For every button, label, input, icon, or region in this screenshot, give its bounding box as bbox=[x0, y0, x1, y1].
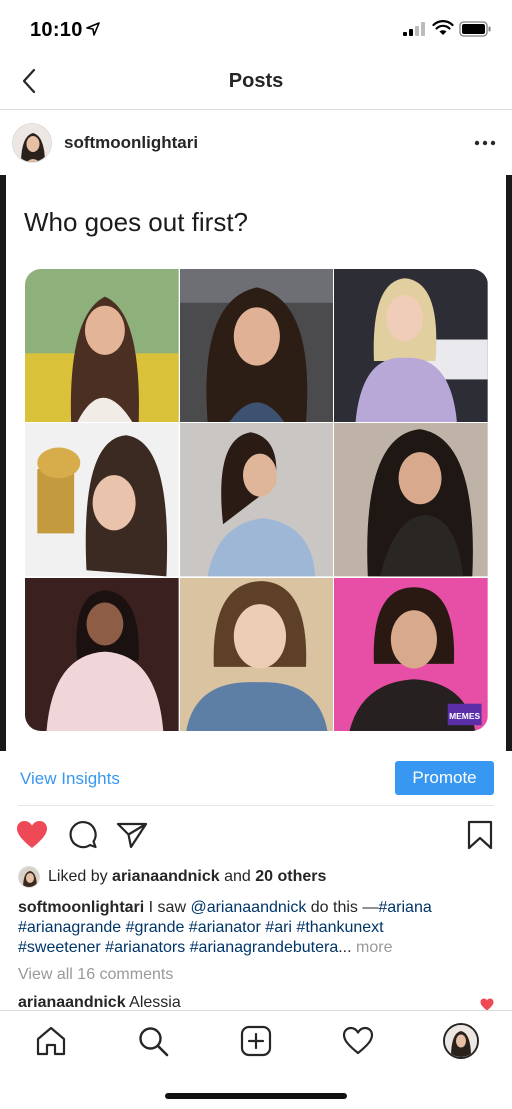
nav-bar: Posts bbox=[0, 58, 512, 110]
liker-avatar bbox=[18, 866, 40, 888]
grid-photo-1 bbox=[25, 269, 179, 423]
post-author-username[interactable]: softmoonlightari bbox=[64, 133, 198, 153]
likes-others-count[interactable]: 20 others bbox=[255, 868, 326, 885]
insights-row: View Insights Promote bbox=[18, 758, 494, 806]
more-options-icon[interactable] bbox=[470, 135, 500, 151]
post-image[interactable]: Who goes out first? MEMES bbox=[0, 175, 512, 751]
wifi-icon bbox=[432, 20, 454, 35]
likes-summary[interactable]: Liked by arianaandnick and 20 others bbox=[18, 866, 498, 890]
post-image-card: Who goes out first? MEMES bbox=[6, 175, 506, 751]
post-actions bbox=[0, 812, 512, 862]
status-bar: 10:10 bbox=[0, 0, 512, 58]
share-icon[interactable] bbox=[116, 820, 148, 850]
battery-icon bbox=[459, 21, 491, 37]
post-caption: softmoonlightari I saw @arianaandnick do… bbox=[18, 899, 432, 956]
search-icon[interactable] bbox=[137, 1025, 169, 1057]
post-image-question: Who goes out first? bbox=[24, 207, 248, 237]
view-all-comments-link[interactable]: View all 16 comments bbox=[18, 966, 173, 984]
cellular-signal-icon bbox=[403, 22, 425, 36]
caption-hashtags-1[interactable]: #ariana bbox=[378, 899, 431, 916]
promote-button[interactable]: Promote bbox=[395, 761, 494, 795]
photo-grid: MEMES bbox=[25, 269, 488, 731]
grid-photo-7 bbox=[25, 577, 179, 731]
status-time: 10:10 bbox=[30, 19, 83, 41]
caption-username[interactable]: softmoonlightari bbox=[18, 899, 144, 916]
post-header: softmoonlightari bbox=[0, 111, 512, 175]
bookmark-icon[interactable] bbox=[467, 820, 493, 850]
home-icon[interactable] bbox=[35, 1025, 67, 1057]
comment-icon[interactable] bbox=[68, 820, 98, 850]
view-insights-link[interactable]: View Insights bbox=[20, 769, 120, 789]
activity-heart-icon[interactable] bbox=[342, 1025, 374, 1057]
caption-more-link[interactable]: more bbox=[352, 939, 392, 956]
caption-hashtags-2[interactable]: #arianagrande #grande #arianator #ari #t… bbox=[18, 919, 384, 936]
grid-photo-5 bbox=[179, 423, 334, 577]
profile-avatar[interactable] bbox=[443, 1023, 479, 1059]
location-arrow-icon bbox=[86, 22, 100, 36]
page-title: Posts bbox=[228, 70, 284, 92]
caption-hashtags-3[interactable]: #sweetener #arianators #arianagrandebute… bbox=[18, 939, 338, 956]
add-post-icon[interactable] bbox=[240, 1025, 272, 1057]
heart-filled-icon[interactable] bbox=[16, 820, 48, 850]
caption-mention[interactable]: @arianaandnick bbox=[190, 899, 306, 916]
memes-logo: MEMES bbox=[449, 711, 480, 721]
grid-photo-2 bbox=[179, 269, 334, 423]
liker-username[interactable]: arianaandnick bbox=[112, 868, 220, 885]
grid-photo-4 bbox=[25, 423, 179, 577]
comment-username[interactable]: arianaandnick bbox=[18, 994, 126, 1011]
post-author-avatar[interactable] bbox=[12, 123, 52, 163]
grid-photo-6 bbox=[334, 423, 488, 577]
home-indicator bbox=[165, 1093, 347, 1099]
grid-photo-3 bbox=[334, 269, 488, 423]
grid-photo-9: MEMES bbox=[334, 577, 488, 731]
comment-text: Alessia bbox=[125, 994, 181, 1011]
grid-photo-8 bbox=[179, 577, 334, 731]
likes-text: Liked by arianaandnick and 20 others bbox=[48, 868, 327, 885]
